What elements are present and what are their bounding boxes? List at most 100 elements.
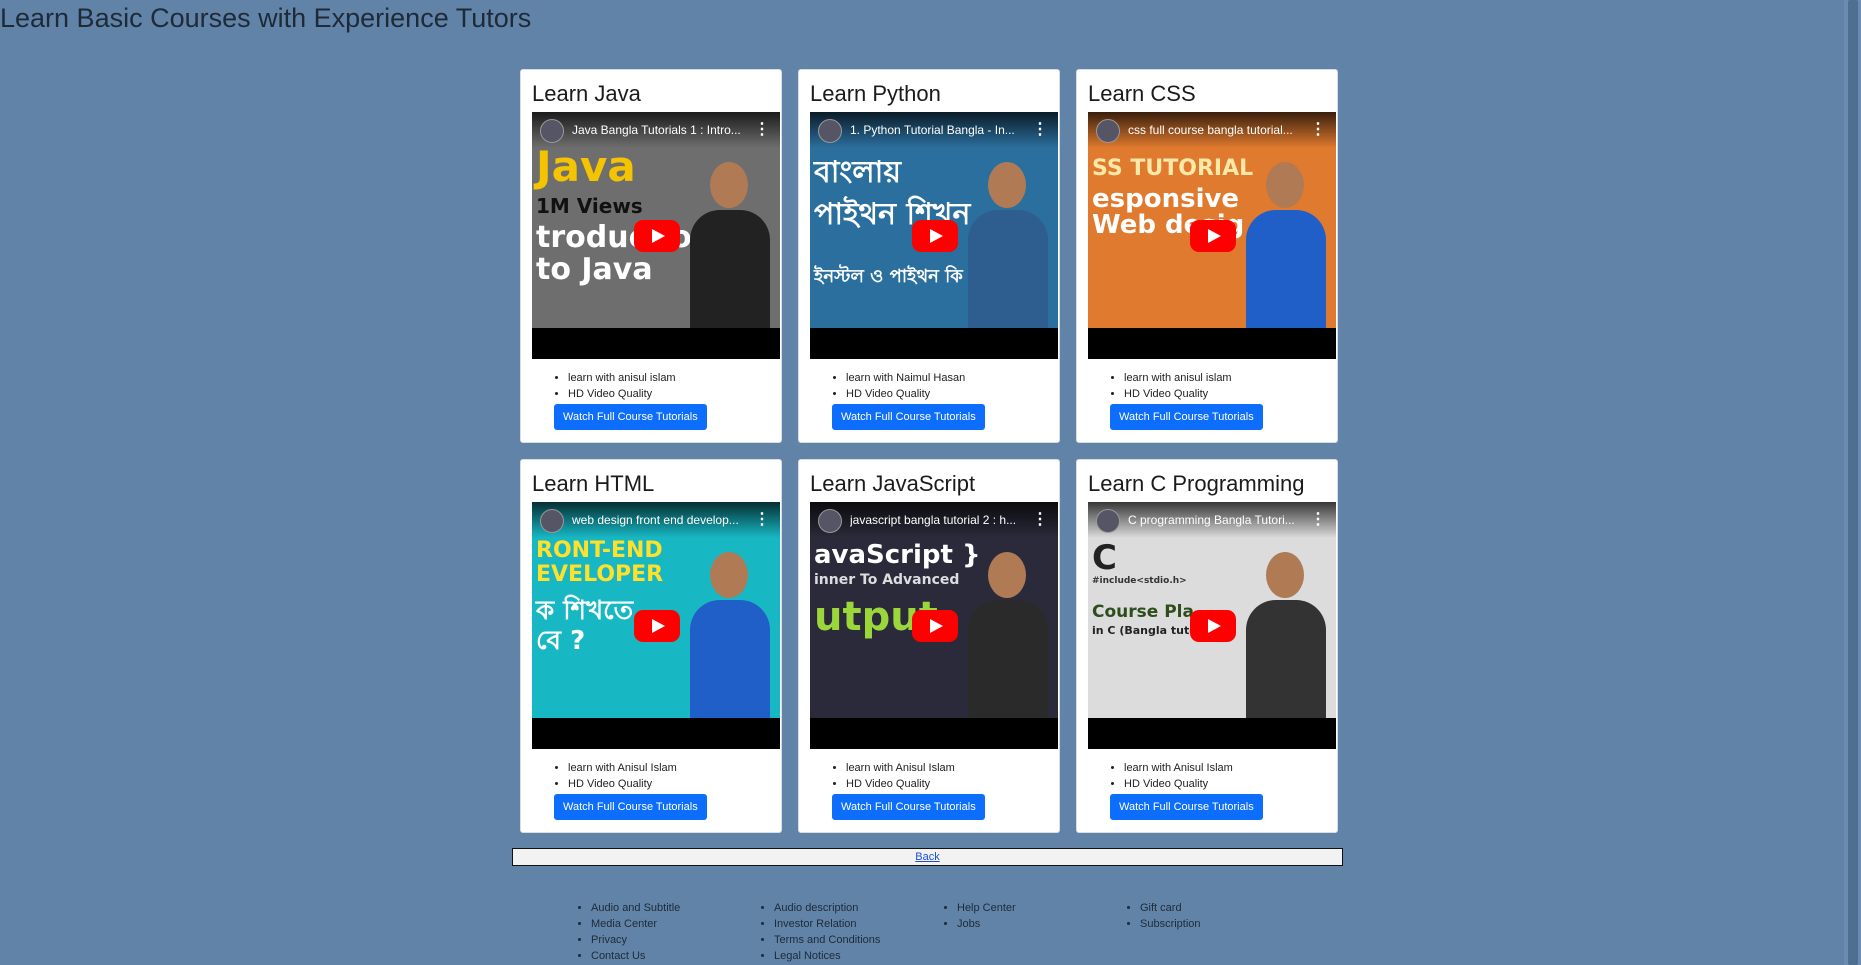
back-link[interactable]: Back <box>915 851 939 863</box>
course-grid: Learn Java Java 1M Views troduction to Java J… <box>520 69 1338 833</box>
video-embed[interactable]: avaScript } inner To Advanced utput javascr… <box>810 502 1058 749</box>
footer-link[interactable]: Audio and Subtitle <box>591 902 680 914</box>
thumbnail-text: Course Pla <box>1092 602 1194 622</box>
watch-course-button[interactable]: Watch Full Course Tutorials <box>1110 794 1263 820</box>
footer-link[interactable]: Subscription <box>1140 918 1201 930</box>
tutor-image <box>968 542 1048 718</box>
footer-item: Contact Us <box>591 948 758 964</box>
course-card: Learn CSS SS TUTORIAL esponsive Web desig cs… <box>1076 69 1338 443</box>
watch-course-button[interactable]: Watch Full Course Tutorials <box>1110 404 1263 430</box>
footer-link[interactable]: Jobs <box>957 918 980 930</box>
channel-avatar[interactable] <box>540 509 564 533</box>
footer-item: Audio description <box>774 900 941 916</box>
more-options-icon[interactable]: ⋮ <box>754 120 770 140</box>
watch-course-button[interactable]: Watch Full Course Tutorials <box>832 404 985 430</box>
tutor-name: learn with Anisul Islam <box>846 760 955 776</box>
footer-item: Media Center <box>591 916 758 932</box>
play-icon[interactable] <box>634 220 680 252</box>
footer-item: Audio and Subtitle <box>591 900 758 916</box>
footer-item: Jobs <box>957 916 1124 932</box>
video-quality: HD Video Quality <box>1124 776 1233 792</box>
video-title-link[interactable]: javascript bangla tutorial 2 : h... <box>850 513 1025 527</box>
course-info-list: learn with anisul islamHD Video Quality <box>1110 370 1232 402</box>
video-embed[interactable]: C #include<stdio.h> Course Pla in C (Bangla… <box>1088 502 1336 749</box>
video-title-link[interactable]: C programming Bangla Tutori... <box>1128 513 1303 527</box>
video-embed[interactable]: SS TUTORIAL esponsive Web desig css full co… <box>1088 112 1336 359</box>
play-icon[interactable] <box>634 610 680 642</box>
footer-item: Legal Notices <box>774 948 941 964</box>
course-title: Learn Python <box>810 81 941 106</box>
footer-column: Audio description Investor Relation Terms … <box>758 900 941 964</box>
watch-course-button[interactable]: Watch Full Course Tutorials <box>554 794 707 820</box>
page-scrollbar[interactable] <box>1844 0 1861 965</box>
channel-avatar[interactable] <box>1096 119 1120 143</box>
course-title: Learn Java <box>532 81 641 106</box>
page-title: Learn Basic Courses with Experience Tuto… <box>0 3 532 33</box>
course-info-list: learn with Anisul IslamHD Video Quality <box>554 760 677 792</box>
thumbnail-text: 1M Views <box>536 194 643 218</box>
thumbnail-text: troduction <box>536 220 713 255</box>
footer-link[interactable]: Privacy <box>591 934 627 946</box>
footer-link[interactable]: Investor Relation <box>774 918 857 930</box>
thumbnail-text: to Java <box>536 252 653 287</box>
video-header-bar: css full course bangla tutorial... ⋮ <box>1088 112 1336 148</box>
back-bar: Back <box>512 848 1343 866</box>
footer-link[interactable]: Help Center <box>957 902 1016 914</box>
course-card: Learn JavaScript avaScript } inner To Adva… <box>798 459 1060 833</box>
video-quality: HD Video Quality <box>846 776 955 792</box>
footer-column: Audio and Subtitle Media Center Privacy Con… <box>575 900 758 964</box>
video-embed[interactable]: বাংলায় পাইথন শিখুন ইনস্টল ও পাইথন কি কাজে… <box>810 112 1058 359</box>
footer-link[interactable]: Media Center <box>591 918 657 930</box>
footer-item: Privacy <box>591 932 758 948</box>
footer-link[interactable]: Gift card <box>1140 902 1182 914</box>
video-header-bar: web design front end develop... ⋮ <box>532 502 780 538</box>
course-info-list: learn with anisul islamHD Video Quality <box>554 370 676 402</box>
watch-course-button[interactable]: Watch Full Course Tutorials <box>832 794 985 820</box>
footer-link[interactable]: Terms and Conditions <box>774 934 880 946</box>
footer-column: Gift card Subscription <box>1124 900 1307 964</box>
video-quality: HD Video Quality <box>1124 386 1232 402</box>
more-options-icon[interactable]: ⋮ <box>1032 120 1048 140</box>
play-icon[interactable] <box>912 220 958 252</box>
play-icon[interactable] <box>1190 610 1236 642</box>
course-info-list: learn with Anisul IslamHD Video Quality <box>1110 760 1233 792</box>
more-options-icon[interactable]: ⋮ <box>1310 120 1326 140</box>
video-title-link[interactable]: css full course bangla tutorial... <box>1128 123 1303 137</box>
tutor-name: learn with Anisul Islam <box>1124 760 1233 776</box>
scrollbar-thumb[interactable] <box>1848 0 1858 965</box>
more-options-icon[interactable]: ⋮ <box>754 510 770 530</box>
thumbnail-text: RONT-END <box>536 538 663 563</box>
more-options-icon[interactable]: ⋮ <box>1310 510 1326 530</box>
tutor-image <box>1246 542 1326 718</box>
channel-avatar[interactable] <box>818 119 842 143</box>
thumbnail-text: avaScript } <box>814 540 981 570</box>
footer-link[interactable]: Legal Notices <box>774 950 841 962</box>
course-info-list: learn with Naimul HasanHD Video Quality <box>832 370 965 402</box>
video-embed[interactable]: RONT-END EVELOPER ক শিখতে বে ? web design fr… <box>532 502 780 749</box>
footer-item: Gift card <box>1140 900 1307 916</box>
video-embed[interactable]: Java 1M Views troduction to Java Java Bangla… <box>532 112 780 359</box>
tutor-image <box>968 152 1048 328</box>
thumbnail-text: EVELOPER <box>536 562 664 587</box>
channel-avatar[interactable] <box>1096 509 1120 533</box>
video-quality: HD Video Quality <box>568 776 677 792</box>
tutor-image <box>690 152 770 328</box>
video-header-bar: 1. Python Tutorial Bangla - In... ⋮ <box>810 112 1058 148</box>
video-title-link[interactable]: web design front end develop... <box>572 513 747 527</box>
channel-avatar[interactable] <box>818 509 842 533</box>
video-title-link[interactable]: 1. Python Tutorial Bangla - In... <box>850 123 1025 137</box>
play-icon[interactable] <box>1190 220 1236 252</box>
video-quality: HD Video Quality <box>846 386 965 402</box>
video-title-link[interactable]: Java Bangla Tutorials 1 : Intro... <box>572 123 747 137</box>
video-header-bar: javascript bangla tutorial 2 : h... ⋮ <box>810 502 1058 538</box>
tutor-image <box>690 542 770 718</box>
footer-link[interactable]: Contact Us <box>591 950 645 962</box>
more-options-icon[interactable]: ⋮ <box>1032 510 1048 530</box>
footer-link[interactable]: Audio description <box>774 902 858 914</box>
course-title: Learn CSS <box>1088 81 1196 106</box>
footer-column: Help Center Jobs <box>941 900 1124 964</box>
channel-avatar[interactable] <box>540 119 564 143</box>
watch-course-button[interactable]: Watch Full Course Tutorials <box>554 404 707 430</box>
play-icon[interactable] <box>912 610 958 642</box>
thumbnail-text: Java <box>536 142 636 191</box>
